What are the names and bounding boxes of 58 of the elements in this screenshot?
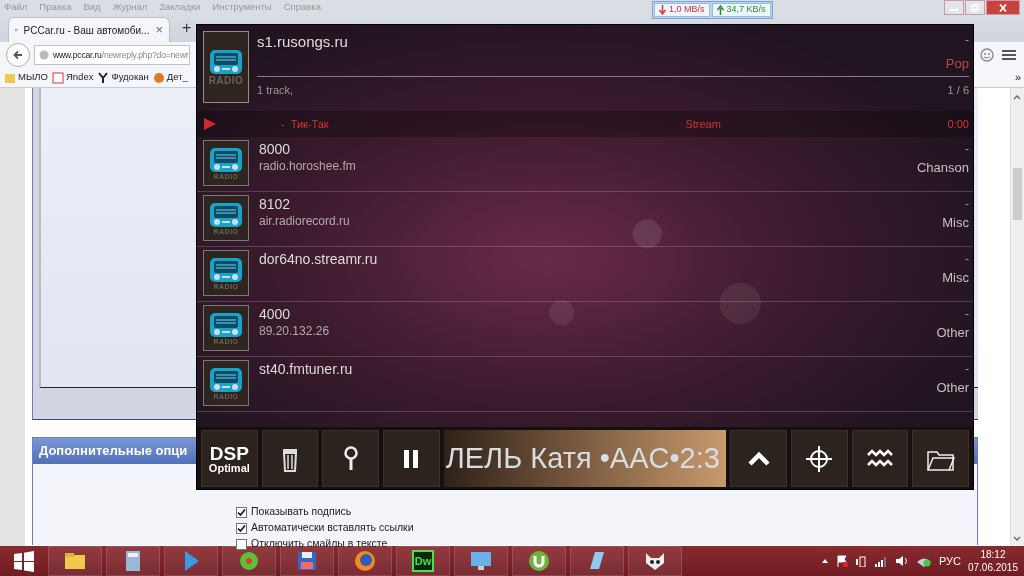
separator-dash: -: [965, 141, 969, 158]
track-count: 1 track,: [257, 83, 294, 98]
bookmark[interactable]: Дет_: [152, 70, 188, 85]
station-name: dor64no.streamr.ru: [259, 250, 379, 268]
genre-label: Misc: [942, 214, 969, 232]
genre-label: Chanson: [916, 159, 969, 177]
clock-date: 07.06.2015: [967, 561, 1018, 574]
language-indicator[interactable]: РУС: [938, 552, 961, 570]
bookmark-label: Дет_: [166, 70, 188, 85]
clock[interactable]: 18:12 07.06.2015: [967, 548, 1018, 574]
taskbar-app[interactable]: Dw: [396, 546, 450, 576]
upload-speed: 34,7 KB/s: [726, 3, 766, 17]
download-speed: 1,0 MB/s: [669, 3, 705, 17]
separator-dash: -: [965, 306, 969, 323]
option-label: Автоматически вставлять ссылки: [251, 520, 414, 536]
bookmark-label: Яndex: [65, 70, 94, 85]
station-url: 89.20.132.26: [259, 323, 331, 339]
station-name: 4000: [259, 305, 292, 323]
station-name: st40.fmtuner.ru: [259, 360, 354, 378]
station-name: 8000: [259, 140, 292, 158]
option-label: Показывать подпись: [251, 504, 352, 520]
genre-label: Misc: [942, 269, 969, 287]
art-label: RADIO: [208, 75, 244, 87]
dsp-button[interactable]: DSP Optimal: [201, 430, 258, 487]
track-title: Тик-Так: [290, 116, 329, 132]
new-tab-button[interactable]: +: [176, 16, 198, 40]
track-time: 0:00: [947, 116, 969, 132]
marquee-display: ЛЕЛЬ Катя •AAC•2:3: [443, 430, 727, 487]
address-field[interactable]: www.pccar.ru/newreply.php?do=newr: [34, 45, 190, 65]
genre-label: Pop: [945, 54, 969, 73]
station-name: 8102: [259, 195, 292, 213]
dsp-mode: Optimal: [208, 462, 250, 474]
bookmark[interactable]: Яndex: [51, 70, 94, 85]
bookmark-label: МЫЛО: [18, 70, 48, 85]
bookmark-label: Фудокан: [111, 70, 149, 85]
option-label: Отключить смайлы в тексте: [251, 536, 388, 552]
separator-dash: -: [965, 32, 969, 49]
separator-dash: -: [965, 196, 969, 213]
tab-close[interactable]: ×: [155, 20, 163, 40]
station-url: radio.horoshee.fm: [259, 158, 357, 174]
track-position: 1 / 6: [947, 83, 969, 98]
station-name: s1.rusongs.ru: [257, 32, 348, 52]
tab-title: PCCar.ru - Ваш автомоби...: [23, 23, 150, 38]
genre-label: Other: [936, 379, 969, 397]
separator-dash: -: [281, 116, 285, 132]
now-playing-bar[interactable]: - Тик-Так Stream 0:00: [197, 111, 973, 137]
url-text: www.pccar.ru/newreply.php?do=newr: [53, 48, 189, 62]
separator-dash: -: [965, 361, 969, 378]
source-label: Stream: [684, 116, 721, 132]
bookmark[interactable]: МЫЛО: [4, 70, 48, 85]
overflow-button[interactable]: »: [1014, 69, 1024, 86]
separator-dash: -: [965, 251, 969, 268]
genre-label: Other: [936, 324, 969, 342]
bookmark[interactable]: Фудокан: [97, 70, 149, 85]
clock-time: 18:12: [979, 548, 1007, 561]
dsp-label: DSP: [209, 443, 249, 463]
station-url: air.radiorecord.ru: [259, 213, 351, 229]
browser-tab[interactable]: PCCar.ru - Ваш автомоби... ×: [8, 17, 170, 42]
